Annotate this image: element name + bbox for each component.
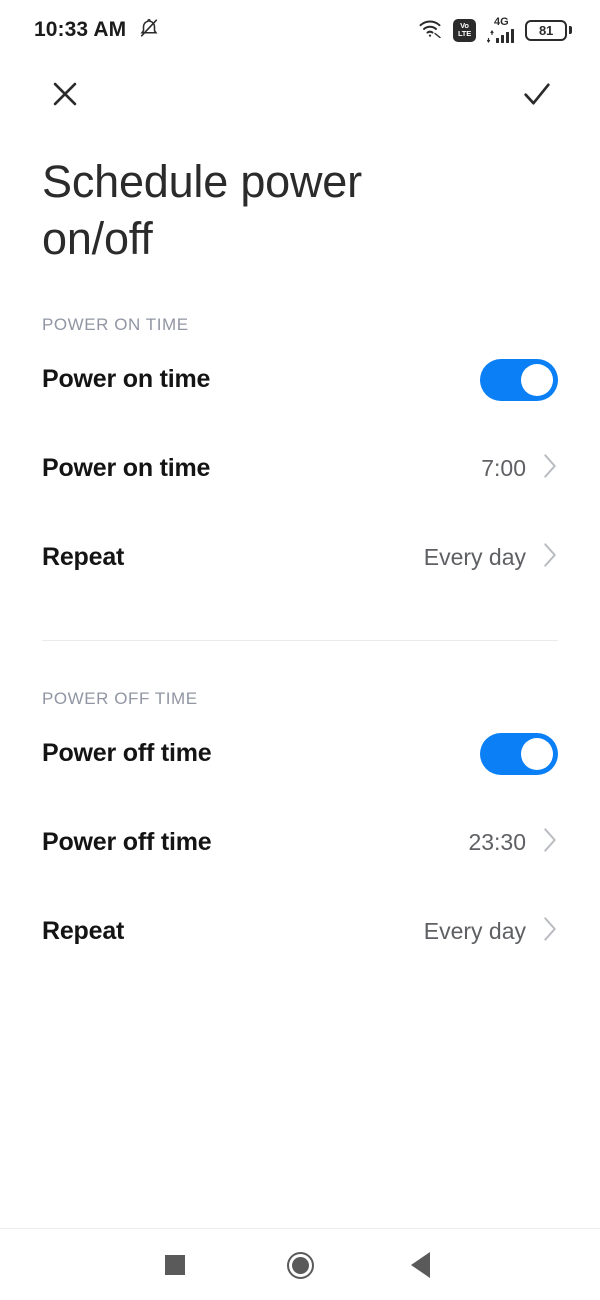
row-value-group: Every day [424, 916, 558, 947]
row-label: Power on time [42, 454, 211, 483]
row-value: Every day [423, 918, 526, 945]
row-label: Power on time [42, 365, 211, 394]
power-off-time-switch[interactable] [480, 732, 558, 775]
chevron-right-icon [542, 542, 558, 573]
row-power-on-repeat[interactable]: Repeat Every day [0, 513, 600, 602]
status-bar-left: 10:33 AM [34, 17, 160, 44]
back-button[interactable] [375, 1229, 465, 1300]
back-triangle-icon [410, 1252, 430, 1278]
signal-bars-icon: 4G [487, 17, 514, 43]
row-label: Power off time [42, 739, 212, 768]
battery-icon: 81 [525, 19, 572, 41]
app-bar [0, 60, 600, 132]
row-power-off-repeat[interactable]: Repeat Every day [0, 887, 600, 976]
battery-level-text: 81 [538, 22, 554, 38]
status-clock: 10:33 AM [34, 18, 127, 41]
row-value: 7:00 [481, 455, 526, 482]
section-header-power-on: POWER ON TIME [42, 315, 189, 335]
row-power-off-time-toggle[interactable]: Power off time [0, 709, 600, 798]
row-value-group: Every day [424, 542, 558, 573]
section-power-off-time: POWER OFF TIME Power off time Power off … [0, 641, 600, 976]
status-bar-right: Vo LTE 4G 81 [418, 17, 572, 43]
check-icon [520, 77, 554, 116]
recents-button[interactable] [130, 1229, 220, 1300]
row-value: Every day [423, 544, 526, 571]
section-header-power-off: POWER OFF TIME [42, 689, 198, 709]
home-button[interactable] [255, 1229, 345, 1300]
settings-content: POWER ON TIME Power on time Power on tim… [0, 267, 600, 1228]
row-power-on-time-value[interactable]: Power on time 7:00 [0, 424, 600, 513]
row-label: Repeat [42, 543, 125, 572]
wifi-icon [418, 18, 442, 43]
chevron-right-icon [542, 827, 558, 858]
home-circle-icon [286, 1251, 314, 1279]
confirm-button[interactable] [514, 73, 560, 119]
page-title: Schedule power on/off [42, 156, 362, 264]
signal-bar-group [487, 29, 514, 43]
volte-bottom-text: LTE [457, 29, 471, 39]
chevron-right-icon [542, 916, 558, 947]
row-value: 23:30 [468, 829, 526, 856]
close-icon [48, 77, 82, 116]
phone-screen: 10:33 AM Vo LTE 4G 81 Schedule power on/… [0, 0, 600, 1300]
row-value-group: 23:30 [468, 827, 558, 858]
row-power-on-time-toggle[interactable]: Power on time [0, 335, 600, 424]
status-bar: 10:33 AM Vo LTE 4G 81 [0, 0, 600, 60]
volte-icon: Vo LTE [453, 18, 476, 42]
power-on-time-switch[interactable] [480, 358, 558, 401]
android-nav-bar [0, 1228, 600, 1300]
row-value-group: 7:00 [481, 453, 558, 484]
row-power-off-time-value[interactable]: Power off time 23:30 [0, 798, 600, 887]
row-label: Repeat [42, 917, 125, 946]
section-power-on-time: POWER ON TIME Power on time Power on tim… [0, 267, 600, 602]
network-type-label: 4G [494, 16, 509, 28]
chevron-right-icon [542, 453, 558, 484]
data-arrows-icon [487, 30, 494, 43]
row-label: Power off time [42, 828, 212, 857]
bell-off-icon [138, 17, 160, 44]
recents-square-icon [165, 1255, 185, 1275]
close-button[interactable] [42, 73, 88, 119]
